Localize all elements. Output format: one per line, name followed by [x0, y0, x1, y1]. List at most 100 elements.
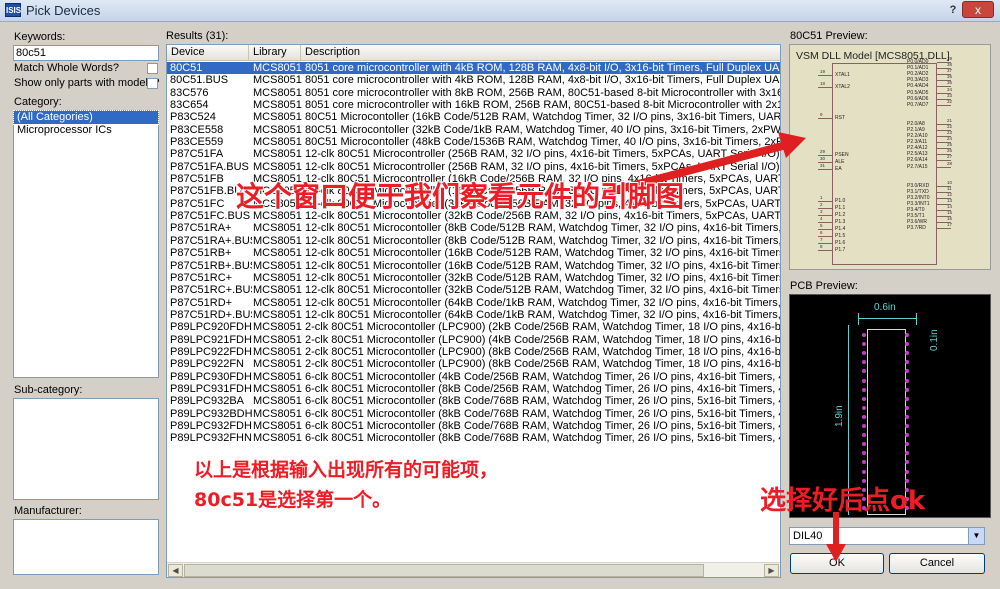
device-cell: 80C51	[170, 62, 203, 74]
pcb-pad	[862, 333, 866, 337]
table-row[interactable]: P89LPC930FDH MCS8051 6-clk 80C51 Microcont…	[167, 371, 780, 383]
dim-width-tick-left	[858, 313, 859, 325]
table-row[interactable]: P87C51RD+.BUS MCS8051 12-clk 80C51 Microco…	[167, 309, 780, 321]
pcb-pad	[905, 369, 909, 374]
pcb-pad	[862, 405, 866, 410]
pin-number: 21	[947, 117, 953, 123]
description-cell: 6-clk 80C51 Microcontoller (4kB Code/256…	[305, 370, 780, 383]
column-library[interactable]: Library	[249, 45, 301, 61]
table-row[interactable]: P83CE559 MCS8051 80C51 Microcontoller (48k…	[167, 136, 780, 148]
column-description[interactable]: Description	[301, 45, 780, 61]
device-cell: P87C51RC+	[170, 271, 233, 284]
manufacturer-list[interactable]	[13, 519, 159, 575]
annotation-results-line-1: 以上是根据输入出现所有的可能项，	[194, 459, 499, 481]
results-hscrollbar[interactable]: ◀ ▶	[167, 562, 780, 577]
pin-label: P2.7/A15	[907, 163, 928, 170]
library-cell: MCS8051	[253, 407, 302, 420]
library-cell: MCS8051	[253, 419, 302, 432]
category-item-microprocessor[interactable]: Microprocessor ICs	[14, 124, 158, 137]
category-item-all[interactable]: (All Categories)	[13, 110, 159, 125]
table-row[interactable]: P83CE558 MCS8051 80C51 Microcontoller (32k…	[167, 124, 780, 136]
pin-number: 23	[947, 130, 953, 135]
keywords-input[interactable]	[13, 45, 159, 61]
ok-button[interactable]: OK	[790, 553, 884, 574]
pin-label: P0.6/AD6	[907, 95, 929, 102]
table-row[interactable]: 80C51 MCS8051 8051 core microcontroller wi…	[167, 62, 780, 75]
table-row[interactable]: P89LPC932FDH MCS8051 6-clk 80C51 Microcont…	[167, 420, 780, 432]
table-row[interactable]: P89LPC921FDH MCS8051 2-clk 80C51 Microcont…	[167, 334, 780, 346]
table-row[interactable]: P87C51RA+.BUS MCS8051 12-clk 80C51 Microco…	[167, 235, 780, 247]
pin-number: 22	[947, 123, 953, 129]
library-cell: MCS8051	[253, 148, 302, 161]
table-row[interactable]: P89LPC932FHN MCS8051 6-clk 80C51 Microcont…	[167, 432, 780, 444]
table-row[interactable]: P89LPC931FDH MCS8051 6-clk 80C51 Microcont…	[167, 383, 780, 395]
pin-label: P0.4/AD4	[907, 83, 929, 90]
device-cell: P89LPC932BDH	[170, 407, 252, 420]
device-cell: P89LPC922FN	[170, 358, 244, 371]
table-row[interactable]: 83C654 MCS8051 8051 core microcontroller w…	[167, 99, 780, 111]
table-row[interactable]: P89LPC922FDH MCS8051 2-clk 80C51 Microcont…	[167, 346, 780, 358]
pin-number: 29	[820, 149, 826, 154]
library-cell: MCS8051	[253, 74, 302, 87]
device-cell: 83C654	[170, 99, 209, 112]
device-cell: P89LPC922FDH	[170, 345, 252, 358]
pin-number: 2	[820, 202, 823, 207]
show-models-checkbox[interactable]	[147, 78, 158, 89]
scroll-right-icon[interactable]: ▶	[764, 564, 779, 577]
pin-label: P3.1/TXD	[907, 188, 929, 195]
description-cell: 2-clk 80C51 Microcontoller (LPC900) (2kB…	[305, 321, 780, 334]
package-select[interactable]: DIL40 ▼	[789, 527, 985, 545]
table-row[interactable]: P87C51RD+ MCS8051 12-clk 80C51 Microcontol…	[167, 297, 780, 309]
scroll-thumb[interactable]	[184, 564, 704, 577]
device-cell: P87C51FA.BUS	[170, 160, 249, 173]
pin-number: 14	[947, 204, 953, 209]
title-bar[interactable]: ISIS Pick Devices ? x	[0, 0, 1000, 22]
pcb-pad	[862, 378, 866, 383]
pcb-pad	[862, 433, 866, 438]
pin-number: 31	[820, 163, 826, 168]
pin-number: 30	[820, 156, 826, 161]
pin-number: 6	[820, 230, 823, 235]
description-cell: 12-clk 80C51 Microcontoller (32kB Code/5…	[305, 271, 780, 284]
close-button[interactable]: x	[962, 1, 994, 18]
table-row[interactable]: 83C576 MCS8051 8051 core microcontroller w…	[167, 87, 780, 99]
pcb-pad	[905, 333, 909, 337]
subcategory-list[interactable]	[13, 398, 159, 500]
pin-number: 28	[947, 160, 953, 166]
pin-number: 32	[947, 98, 953, 104]
table-row[interactable]: P87C51RC+ MCS8051 12-clk 80C51 Microcontol…	[167, 272, 780, 284]
table-row[interactable]: P89LPC920FDH MCS8051 2-clk 80C51 Microcont…	[167, 321, 780, 333]
pin-number: 17	[947, 222, 953, 228]
match-whole-words-checkbox[interactable]	[147, 63, 158, 74]
description-cell: 6-clk 80C51 Microcontoller (8kB Code/768…	[305, 395, 780, 408]
table-row[interactable]: P87C51RA+ MCS8051 12-clk 80C51 Microcontol…	[167, 222, 780, 234]
library-cell: MCS8051	[253, 111, 302, 124]
table-row[interactable]: 80C51.BUS MCS8051 8051 core microcontrolle…	[167, 74, 780, 86]
pcb-pad	[862, 342, 866, 347]
library-cell: MCS8051	[253, 247, 302, 260]
table-row[interactable]: P87C51FA.BUS MCS8051 12-clk 80C51 Microcon…	[167, 161, 780, 173]
cancel-button[interactable]: Cancel	[889, 553, 985, 574]
annotation-results-line-2: 80c51是选择第一个。	[194, 489, 392, 511]
category-label: Category:	[14, 96, 62, 108]
pin-label: P3.6/WR	[907, 219, 928, 226]
table-row[interactable]: P87C51FA MCS8051 12-clk 80C51 Microcontrol…	[167, 148, 780, 160]
category-list[interactable]: (All Categories) Microprocessor ICs	[13, 110, 159, 378]
table-row[interactable]: P89LPC922FN MCS8051 2-clk 80C51 Microconto…	[167, 358, 780, 370]
scroll-left-icon[interactable]: ◀	[168, 564, 183, 577]
description-cell: 2-clk 80C51 Microcontoller (LPC900) (8kB…	[305, 345, 780, 358]
device-cell: P87C51RB+.BUS	[170, 259, 252, 272]
pin-number: 1	[820, 195, 823, 200]
table-row[interactable]: P87C51RB+ MCS8051 12-clk 80C51 Microcontol…	[167, 247, 780, 259]
pcb-pad	[905, 460, 909, 465]
chevron-down-icon[interactable]: ▼	[968, 528, 984, 544]
help-button[interactable]: ?	[944, 2, 962, 18]
column-device[interactable]: Device	[167, 45, 249, 61]
table-row[interactable]: P83C524 MCS8051 80C51 Microcontoller (16kB…	[167, 111, 780, 123]
table-row[interactable]: P89LPC932BA MCS8051 6-clk 80C51 Microconto…	[167, 395, 780, 407]
pcb-pad	[862, 396, 866, 401]
table-row[interactable]: P87C51RC+.BUS MCS8051 12-clk 80C51 Microco…	[167, 284, 780, 296]
table-row[interactable]: P89LPC932BDH MCS8051 6-clk 80C51 Microcont…	[167, 408, 780, 420]
pin-label: P1.4	[835, 226, 846, 232]
table-row[interactable]: P87C51RB+.BUS MCS8051 12-clk 80C51 Microco…	[167, 260, 780, 272]
